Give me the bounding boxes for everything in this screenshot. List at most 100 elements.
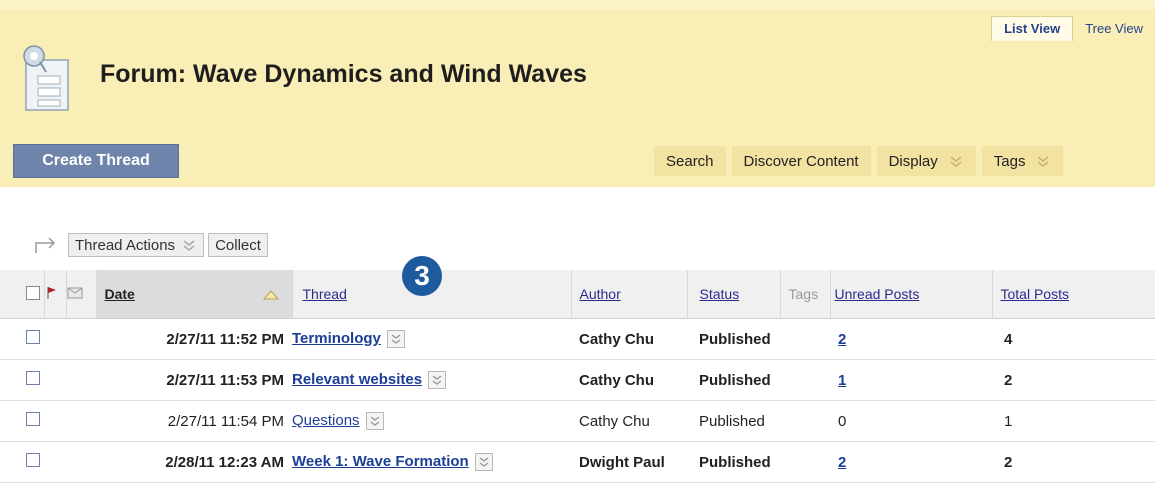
unread-posts-link[interactable]: 2 [838, 331, 846, 348]
thread-options-button[interactable] [474, 453, 493, 472]
total-posts-column-header[interactable]: Total Posts [992, 270, 1155, 319]
thread-tags [780, 441, 830, 483]
thread-actions-label: Thread Actions [75, 236, 176, 254]
thread-table: Date Thread Author Status Tags Unread Po… [0, 270, 1155, 483]
unread-posts-column-header[interactable]: Unread Posts [830, 270, 993, 319]
table-row[interactable]: 2/27/11 11:54 PM Questions Cathy Chu Publis… [0, 400, 1155, 442]
thread-actions-row: Thread Actions Collect [0, 230, 1155, 260]
thread-options-button[interactable] [386, 330, 405, 349]
table-row[interactable]: 2/27/11 11:52 PM Terminology Cathy Chu Publ… [0, 318, 1155, 360]
search-button[interactable]: Search [654, 146, 726, 176]
row-select-cell [0, 359, 44, 401]
tab-list-view[interactable]: List View [991, 16, 1074, 41]
chevron-down-icon [950, 156, 962, 167]
tags-label: Tags [993, 152, 1026, 170]
unread-cell: 0 [830, 400, 992, 442]
unread-cell: 1 [830, 359, 992, 401]
table-row[interactable]: 2/28/11 12:23 AM Week 1: Wave Formation Dw… [0, 441, 1155, 483]
unread-header-label: Unread Posts [834, 286, 920, 302]
total-posts-count: 4 [992, 318, 1155, 360]
view-switcher: List View Tree View [991, 16, 1155, 41]
thread-status: Published [687, 359, 780, 401]
row-read-cell [66, 318, 96, 360]
total-posts-count: 2 [992, 441, 1155, 483]
thread-options-button[interactable] [428, 371, 447, 390]
thread-date: 2/27/11 11:54 PM [96, 400, 292, 442]
table-row[interactable]: 2/27/11 11:53 PM Relevant websites Cathy C… [0, 359, 1155, 401]
row-flag-cell [44, 441, 66, 483]
discover-content-button[interactable]: Discover Content [731, 146, 871, 176]
select-all-checkbox[interactable] [26, 285, 40, 300]
date-column-header[interactable]: Date [96, 270, 293, 319]
select-all-cell [0, 270, 45, 319]
row-checkbox[interactable] [26, 330, 40, 344]
date-header-label: Date [104, 286, 135, 302]
row-checkbox[interactable] [26, 371, 40, 385]
chevron-down-icon [391, 334, 401, 344]
top-strip [0, 0, 1155, 10]
thread-title-link[interactable]: Terminology [292, 330, 381, 347]
author-column-header[interactable]: Author [571, 270, 688, 319]
tab-tree-view[interactable]: Tree View [1073, 17, 1155, 41]
thread-title-link[interactable]: Relevant websites [292, 371, 422, 388]
thread-status: Published [687, 400, 780, 442]
total-header-label: Total Posts [1000, 286, 1069, 302]
page-title: Forum: Wave Dynamics and Wind Waves [100, 60, 587, 88]
action-bar: Search Discover Content Display Tags [654, 146, 1064, 176]
thread-tags [780, 318, 830, 360]
status-column-header[interactable]: Status [687, 270, 781, 319]
thread-title-cell: Questions [292, 400, 571, 442]
row-read-cell [66, 400, 96, 442]
sort-ascending-icon [262, 290, 279, 300]
row-read-cell [66, 441, 96, 483]
thread-title-link[interactable]: Questions [292, 412, 360, 429]
thread-tags [780, 400, 830, 442]
row-checkbox[interactable] [26, 412, 40, 426]
unread-cell: 2 [830, 318, 992, 360]
thread-author: Dwight Paul [571, 441, 687, 483]
author-header-label: Author [579, 286, 621, 302]
thread-tags [780, 359, 830, 401]
display-label: Display [888, 152, 938, 170]
collect-button[interactable]: Collect [208, 233, 268, 257]
chevron-down-icon [432, 375, 442, 385]
row-select-cell [0, 318, 44, 360]
unread-posts-count: 0 [838, 412, 847, 430]
row-flag-cell [44, 318, 66, 360]
unread-posts-link[interactable]: 1 [838, 372, 846, 389]
row-select-cell [0, 400, 44, 442]
thread-title-link[interactable]: Week 1: Wave Formation [292, 453, 469, 470]
read-status-column [66, 270, 97, 319]
discover-label: Discover Content [743, 152, 859, 170]
thread-status: Published [687, 441, 780, 483]
unread-cell: 2 [830, 441, 992, 483]
row-flag-cell [44, 359, 66, 401]
thread-status: Published [687, 318, 780, 360]
thread-header-label: Thread [302, 286, 347, 302]
total-posts-count: 2 [992, 359, 1155, 401]
thread-title-cell: Week 1: Wave Formation [292, 441, 571, 483]
thread-date: 2/28/11 12:23 AM [96, 441, 292, 483]
create-thread-button[interactable]: Create Thread [13, 144, 179, 178]
chevron-down-icon [183, 240, 195, 251]
thread-actions-menu[interactable]: Thread Actions [68, 233, 205, 257]
display-menu[interactable]: Display [876, 146, 976, 176]
row-checkbox[interactable] [26, 453, 40, 467]
step-callout-badge: 3 [402, 256, 442, 296]
chevron-down-icon [370, 416, 379, 426]
read-status-icon[interactable] [67, 287, 83, 299]
table-header-row: Date Thread Author Status Tags Unread Po… [0, 270, 1155, 319]
flag-icon[interactable] [45, 286, 57, 300]
flag-column [44, 270, 67, 319]
thread-date: 2/27/11 11:53 PM [96, 359, 292, 401]
total-posts-count: 1 [992, 400, 1155, 442]
unread-posts-link[interactable]: 2 [838, 454, 846, 471]
thread-title-cell: Terminology [292, 318, 571, 360]
thread-options-button[interactable] [365, 412, 384, 431]
search-label: Search [666, 152, 714, 170]
tags-menu[interactable]: Tags [981, 146, 1064, 176]
arrow-right-icon [35, 237, 56, 253]
row-select-cell [0, 441, 44, 483]
row-read-cell [66, 359, 96, 401]
forum-icon [23, 45, 69, 111]
